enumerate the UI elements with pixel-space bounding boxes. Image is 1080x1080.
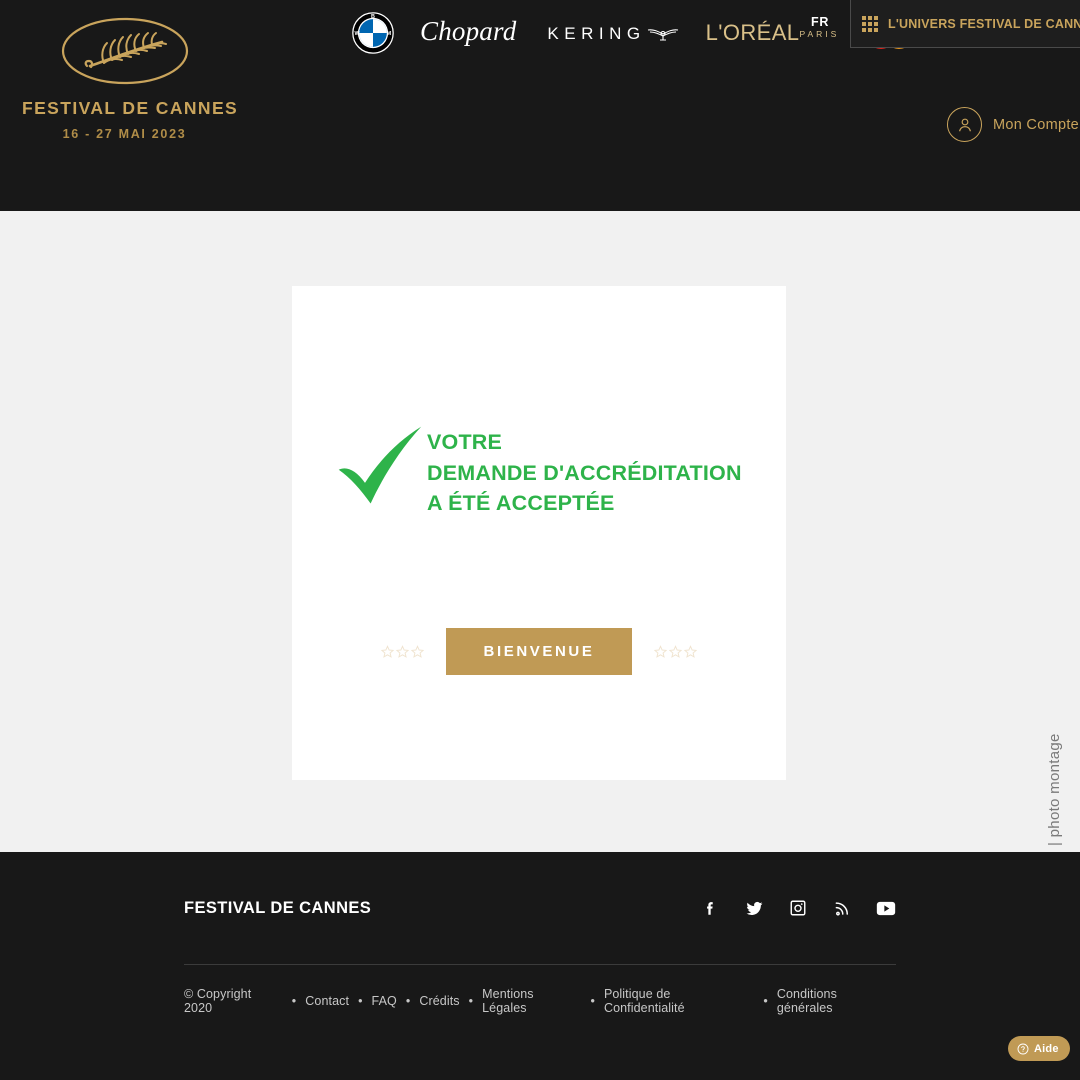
instagram-icon[interactable] <box>788 898 808 918</box>
youtube-icon[interactable] <box>876 898 896 918</box>
success-message: VOTRE DEMANDE D'ACCRÉDITATION A ÉTÉ ACCE… <box>333 417 742 519</box>
festival-logo[interactable]: FESTIVAL DE CANNES 16 - 27 MAI 2023 <box>22 16 239 141</box>
success-text: VOTRE DEMANDE D'ACCRÉDITATION A ÉTÉ ACCE… <box>427 417 742 519</box>
help-button[interactable]: Aide <box>1008 1036 1070 1061</box>
footer-link-contact[interactable]: Contact <box>305 994 349 1008</box>
svg-text:M: M <box>387 31 392 37</box>
main-content: VOTRE DEMANDE D'ACCRÉDITATION A ÉTÉ ACCE… <box>0 211 1080 852</box>
language-switcher[interactable]: FR <box>811 15 829 29</box>
footer-brand: FESTIVAL DE CANNES <box>184 898 372 917</box>
footer-separator: • <box>763 994 768 1008</box>
bienvenue-button[interactable]: BIENVENUE <box>445 628 633 675</box>
accreditation-card: VOTRE DEMANDE D'ACCRÉDITATION A ÉTÉ ACCE… <box>292 286 786 780</box>
social-links <box>700 898 896 918</box>
site-footer: FESTIVAL DE CANNES © Copyright 2020 • Co… <box>0 852 1080 1080</box>
success-line-1: VOTRE <box>427 430 503 454</box>
logo-title: FESTIVAL DE CANNES <box>22 98 239 118</box>
grid-icon <box>862 15 878 32</box>
footer-links: © Copyright 2020 • Contact • FAQ • Crédi… <box>184 965 896 1015</box>
chopard-wordmark: Chopard <box>420 15 517 46</box>
star-outline-icon <box>410 645 424 658</box>
stars-right <box>654 645 698 658</box>
question-circle-icon <box>1017 1043 1029 1054</box>
svg-text:B: B <box>371 14 375 20</box>
palm-branch-icon <box>61 17 188 85</box>
kering-owl-icon <box>647 29 678 41</box>
photo-credit: | photo montage <box>1046 733 1063 846</box>
sponsor-chopard[interactable]: Chopard <box>420 15 517 49</box>
account-label: Mon Compte <box>993 116 1080 133</box>
star-outline-icon <box>395 645 409 658</box>
svg-text:W: W <box>354 31 360 37</box>
logo-dates: 16 - 27 MAI 2023 <box>62 127 187 141</box>
site-header: FESTIVAL DE CANNES 16 - 27 MAI 2023 B M … <box>0 0 1080 211</box>
account-button[interactable]: Mon Compte <box>947 107 1079 142</box>
sponsor-kering[interactable]: KERING <box>542 24 679 42</box>
sponsor-logos: B M W Chopard KERING L'ORÉAL PARIS <box>352 10 916 56</box>
cta-row: BIENVENUE <box>292 628 786 675</box>
universe-menu-label: L'UNIVERS FESTIVAL DE CANNES <box>888 16 1080 31</box>
twitter-icon[interactable] <box>744 898 764 918</box>
facebook-icon[interactable] <box>700 898 720 918</box>
sponsor-bmw[interactable]: B M W <box>352 12 394 54</box>
help-label: Aide <box>1034 1042 1059 1055</box>
success-line-3: A ÉTÉ ACCEPTÉE <box>427 491 615 515</box>
star-outline-icon <box>380 645 394 658</box>
footer-separator: • <box>358 994 363 1008</box>
stars-left <box>380 645 424 658</box>
footer-copyright: © Copyright 2020 <box>184 987 252 1015</box>
green-checkmark-icon <box>338 426 422 504</box>
loreal-wordmark: L'ORÉAL <box>705 20 800 45</box>
footer-link-conditions-generales[interactable]: Conditions générales <box>777 987 896 1015</box>
user-icon <box>947 107 982 142</box>
rss-icon[interactable] <box>832 898 852 918</box>
footer-link-mentions-legales[interactable]: Mentions Légales <box>482 987 581 1015</box>
universe-menu-button[interactable]: L'UNIVERS FESTIVAL DE CANNES <box>850 0 1080 48</box>
footer-link-credits[interactable]: Crédits <box>419 994 459 1008</box>
star-outline-icon <box>654 645 668 658</box>
footer-separator: • <box>405 994 411 1008</box>
footer-separator: • <box>590 994 595 1008</box>
bmw-logo: B M W <box>352 12 394 54</box>
footer-separator: • <box>468 994 474 1008</box>
footer-link-faq[interactable]: FAQ <box>372 994 397 1008</box>
star-outline-icon <box>669 645 683 658</box>
success-line-2: DEMANDE D'ACCRÉDITATION <box>427 460 742 485</box>
kering-wordmark: KERING <box>547 23 646 43</box>
footer-separator: • <box>291 994 297 1008</box>
star-outline-icon <box>684 645 698 658</box>
footer-top: FESTIVAL DE CANNES <box>184 852 896 964</box>
footer-link-politique-confidentialite[interactable]: Politique de Confidentialité <box>604 987 754 1015</box>
loreal-subtitle: PARIS <box>799 29 840 40</box>
